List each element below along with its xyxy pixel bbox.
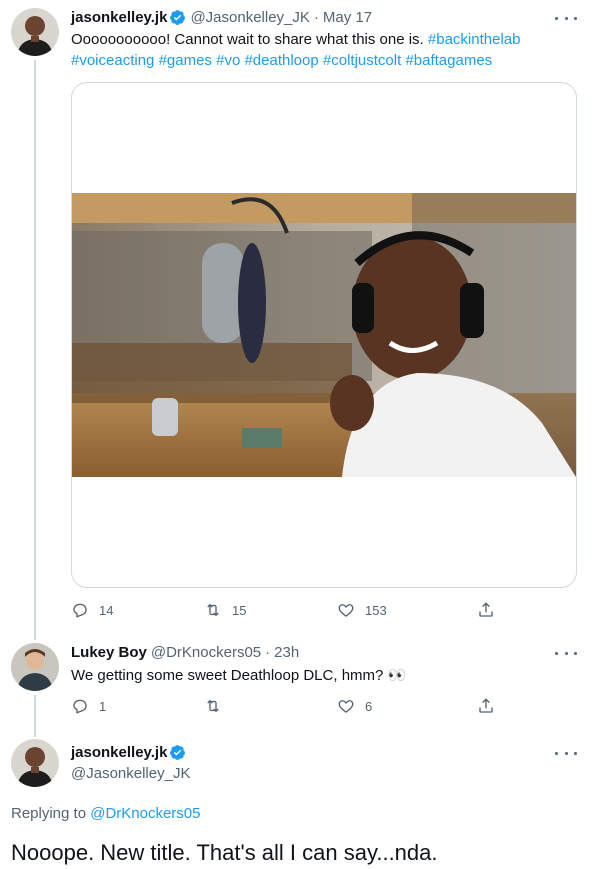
- handle[interactable]: @Jasonkelley_JK: [71, 765, 190, 782]
- verified-badge-icon: [170, 10, 186, 25]
- separator-dot: ·: [313, 9, 319, 26]
- share-icon: [479, 698, 493, 713]
- verified-badge-icon: [170, 745, 186, 760]
- media-card[interactable]: [71, 82, 577, 588]
- tweet-text: We getting some sweet Deathloop DLC, hmm…: [71, 665, 406, 686]
- reply-button[interactable]: 1: [71, 697, 106, 715]
- like-button[interactable]: 153: [337, 601, 387, 619]
- reply-icon: [73, 603, 87, 618]
- hashtag-link[interactable]: #backinthelab: [428, 31, 521, 48]
- timestamp[interactable]: May 17: [323, 9, 372, 26]
- replying-to: Replying to @DrKnockers05: [11, 805, 201, 822]
- tweet-header: jasonkelley.jk @Jasonkelley_JK · May 17: [71, 9, 372, 26]
- like-icon: [338, 700, 354, 713]
- handle[interactable]: @DrKnockers05: [151, 644, 261, 661]
- reply-icon: [73, 699, 87, 714]
- avatar[interactable]: [11, 739, 59, 787]
- share-button[interactable]: [477, 697, 495, 715]
- focus-tweet-text: Nooope. New title. That's all I can say.…: [11, 840, 438, 865]
- replying-to-label: Replying to: [11, 805, 87, 822]
- reply-count: 14: [99, 602, 114, 618]
- timestamp[interactable]: 23h: [274, 644, 299, 661]
- hashtag-link[interactable]: #voiceacting: [71, 52, 154, 69]
- hashtag-link[interactable]: #games: [159, 52, 212, 69]
- share-button[interactable]: [477, 601, 495, 619]
- avatar[interactable]: [11, 643, 59, 691]
- hashtag-link[interactable]: #deathloop: [244, 52, 318, 69]
- tweet-text-body: We getting some sweet Deathloop DLC, hmm…: [71, 667, 407, 684]
- reply-button[interactable]: 14: [71, 601, 113, 619]
- thread-line: [34, 695, 36, 737]
- like-button[interactable]: 6: [337, 697, 372, 715]
- hashtag-link[interactable]: #coltjustcolt: [323, 52, 401, 69]
- studio-photo[interactable]: [72, 193, 576, 477]
- handle-row: @Jasonkelley_JK: [71, 765, 190, 782]
- avatar[interactable]: [11, 8, 59, 56]
- tweet-actions: 1 6: [71, 697, 501, 717]
- tweet-text: Ooooooooooo! Cannot wait to share what t…: [71, 29, 571, 71]
- retweet-icon: [207, 699, 219, 713]
- separator-dot: ·: [265, 644, 271, 661]
- tweet-header: jasonkelley.jk: [71, 744, 186, 761]
- tweet-header: Lukey Boy @DrKnockers05 · 23h: [71, 644, 299, 661]
- share-icon: [479, 602, 493, 617]
- like-count: 153: [365, 602, 387, 618]
- hashtag-link[interactable]: #baftagames: [405, 52, 492, 69]
- mention-link[interactable]: @DrKnockers05: [90, 805, 200, 822]
- tweet-text-body: Ooooooooooo! Cannot wait to share what t…: [71, 31, 424, 48]
- thread-line: [34, 60, 36, 640]
- display-name[interactable]: Lukey Boy: [71, 644, 147, 661]
- retweet-button[interactable]: 15: [204, 601, 246, 619]
- more-icon[interactable]: [555, 9, 577, 27]
- tweet-actions: 14 15 153: [71, 601, 501, 621]
- display-name[interactable]: jasonkelley.jk: [71, 744, 167, 761]
- like-count: 6: [365, 698, 373, 714]
- handle[interactable]: @Jasonkelley_JK: [190, 9, 309, 26]
- retweet-button[interactable]: [204, 697, 232, 715]
- reply-count: 1: [99, 698, 107, 714]
- like-icon: [338, 604, 354, 617]
- more-icon[interactable]: [555, 644, 577, 662]
- more-icon[interactable]: [555, 744, 577, 762]
- display-name[interactable]: jasonkelley.jk: [71, 9, 167, 26]
- hashtag-link[interactable]: #vo: [216, 52, 240, 69]
- retweet-icon: [207, 603, 219, 617]
- retweet-count: 15: [232, 602, 247, 618]
